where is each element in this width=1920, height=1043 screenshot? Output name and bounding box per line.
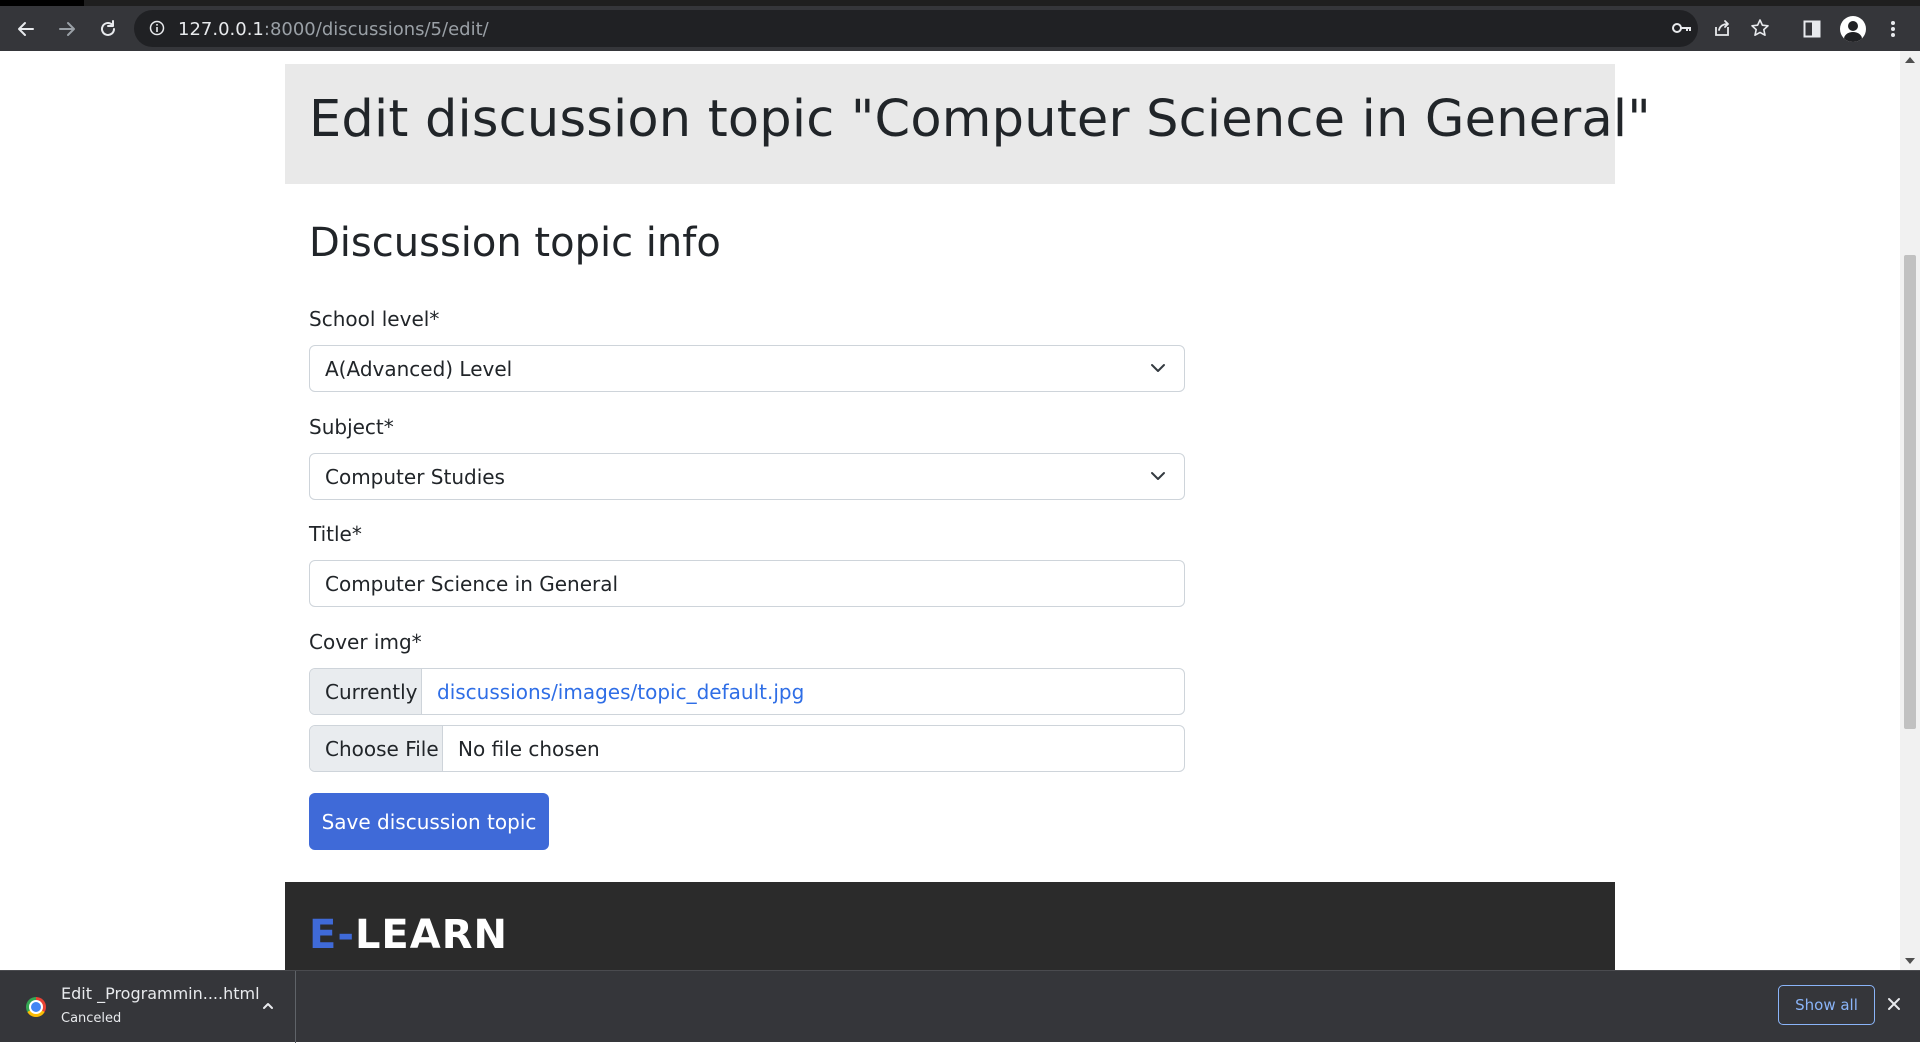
info-icon[interactable] <box>149 20 165 36</box>
currently-label: Currently <box>310 669 422 714</box>
scroll-up-icon[interactable] <box>1905 57 1915 63</box>
cover-img-label: Cover img* <box>309 630 422 654</box>
download-status: Canceled <box>61 1011 122 1026</box>
chevron-up-icon[interactable] <box>262 1001 274 1011</box>
address-bar[interactable]: 127.0.0.1:8000/discussions/5/edit/ <box>134 10 1769 47</box>
key-icon[interactable] <box>1671 18 1693 38</box>
page-header: Edit discussion topic "Computer Science … <box>285 64 1651 184</box>
reload-icon <box>101 20 115 36</box>
current-cover-group: Currently discussions/images/topic_defau… <box>309 668 1185 715</box>
download-item[interactable]: Edit _Programmin....html Canceled <box>0 971 296 1043</box>
share-icon[interactable] <box>1712 18 1732 38</box>
close-icon[interactable] <box>1886 996 1902 1012</box>
section-title: Discussion topic info <box>309 220 721 266</box>
title-value: Computer Science in General <box>325 572 619 596</box>
chevron-down-icon <box>1151 364 1165 372</box>
subject-select[interactable]: Computer Studies <box>309 453 1185 500</box>
school-level-label: School level* <box>309 307 440 331</box>
title-input[interactable]: Computer Science in General <box>309 560 1185 607</box>
site-footer: E-LEARN <box>285 882 1615 970</box>
profile-icon <box>1840 16 1866 42</box>
footer-logo[interactable]: E-LEARN <box>309 912 508 958</box>
subject-label: Subject* <box>309 415 394 439</box>
chrome-file-icon <box>26 997 46 1017</box>
back-button[interactable] <box>9 12 43 46</box>
logo-accent: E- <box>309 912 355 958</box>
download-filename: Edit _Programmin....html <box>61 984 260 1003</box>
url-path: :8000/discussions/5/edit/ <box>263 19 489 40</box>
side-panel-icon <box>1803 20 1821 38</box>
cover-file-input[interactable]: Choose File No file chosen <box>309 725 1185 772</box>
subject-value: Computer Studies <box>325 465 505 489</box>
page-scrollbar[interactable] <box>1900 51 1920 970</box>
scroll-thumb[interactable] <box>1904 255 1916 729</box>
save-topic-button[interactable]: Save discussion topic <box>309 793 549 850</box>
forward-button[interactable] <box>50 12 84 46</box>
scroll-down-icon[interactable] <box>1905 958 1915 964</box>
menu-button[interactable] <box>1876 12 1910 46</box>
show-all-button[interactable]: Show all <box>1778 985 1875 1025</box>
no-file-text: No file chosen <box>458 737 600 761</box>
title-label: Title* <box>309 522 362 546</box>
page-viewport: Edit discussion topic "Computer Science … <box>0 51 1900 970</box>
logo-text: LEARN <box>354 912 508 958</box>
choose-file-button[interactable]: Choose File <box>310 726 443 771</box>
download-bar: Edit _Programmin....html Canceled Show a… <box>0 970 1920 1043</box>
page-title: Edit discussion topic "Computer Science … <box>309 90 1651 149</box>
chevron-down-icon <box>1151 472 1165 480</box>
forward-icon <box>59 22 75 36</box>
browser-toolbar: 127.0.0.1:8000/discussions/5/edit/ <box>0 6 1920 51</box>
school-level-select[interactable]: A(Advanced) Level <box>309 345 1185 392</box>
url-host: 127.0.0.1 <box>178 19 264 40</box>
menu-icon <box>1891 21 1895 37</box>
profile-button[interactable] <box>1836 12 1870 46</box>
star-icon[interactable] <box>1750 18 1770 38</box>
school-level-value: A(Advanced) Level <box>325 357 513 381</box>
reload-button[interactable] <box>91 12 125 46</box>
current-file-link[interactable]: discussions/images/topic_default.jpg <box>437 680 804 704</box>
url-text[interactable]: 127.0.0.1:8000/discussions/5/edit/ <box>178 19 489 40</box>
back-icon <box>18 22 34 36</box>
side-panel-button[interactable] <box>1795 12 1829 46</box>
